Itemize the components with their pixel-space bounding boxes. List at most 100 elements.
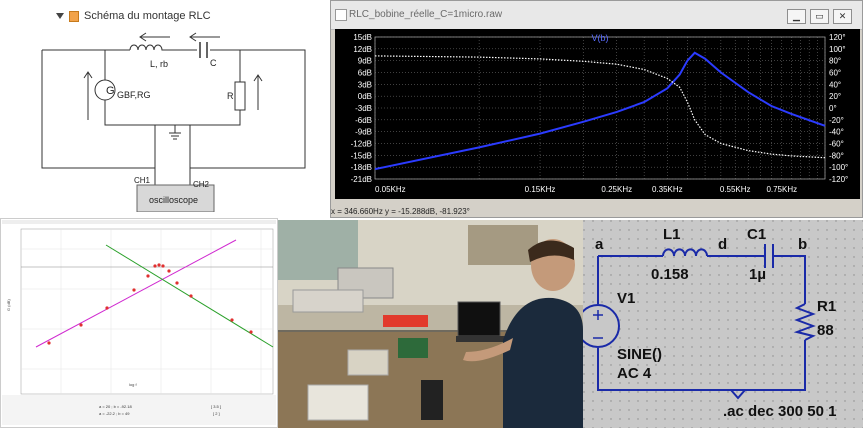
x-axis-label: log f xyxy=(129,382,137,387)
capacitor-label: C xyxy=(210,58,217,68)
waveform-file-icon xyxy=(335,9,347,21)
y-left-tick-label: -15dB xyxy=(351,151,372,160)
window-title: RLC_bobine_réelle_C=1micro.raw xyxy=(349,9,503,20)
fit-results-table xyxy=(2,395,276,425)
laptop-screen xyxy=(457,301,501,337)
data-point xyxy=(175,281,179,285)
fit2-bracket: [ 2 ] xyxy=(213,411,220,416)
y-right-tick-label: -100° xyxy=(829,163,848,172)
data-point xyxy=(249,330,253,334)
restore-button[interactable]: ▭ xyxy=(810,9,829,24)
source-ac-value[interactable]: AC 4 xyxy=(617,365,651,382)
y-right-tick-label: 60° xyxy=(829,69,841,78)
component-box xyxy=(307,384,369,421)
data-point xyxy=(157,263,161,267)
ground-symbol xyxy=(169,125,181,140)
data-point xyxy=(47,341,51,345)
regression-graph-panel: log f G (dB) a = 20 ; b = -92.18 a = -22… xyxy=(0,218,278,428)
graph-toolbar xyxy=(2,220,276,224)
x-tick-label: 0.75KHz xyxy=(766,185,797,194)
x-tick-label: 0.25KHz xyxy=(601,185,632,194)
shelf-books xyxy=(468,225,538,265)
y-right-tick-label: -40° xyxy=(829,128,844,137)
ch2-label: CH2 xyxy=(193,180,210,189)
inductor-label: L, rb xyxy=(150,59,168,69)
student-shirt xyxy=(503,297,583,428)
y-right-tick-label: 20° xyxy=(829,92,841,101)
data-point xyxy=(153,264,157,268)
y-right-tick-label: 120° xyxy=(829,33,846,42)
y-right-tick-label: 0° xyxy=(829,104,837,113)
resistor-voltage-arrow xyxy=(253,74,263,110)
data-point xyxy=(79,323,83,327)
outer-wire-left xyxy=(41,50,155,169)
resistor-label: R xyxy=(227,91,234,101)
fit2-text: a = -22.2 ; b = 49 xyxy=(99,411,130,416)
classroom-photo xyxy=(278,220,583,428)
minimize-button[interactable]: ▁ xyxy=(787,9,806,24)
capacitor-voltage-arrow xyxy=(189,32,220,42)
spice-directive[interactable]: .ac dec 300 50 1 xyxy=(723,403,836,420)
source-function[interactable]: SINE() xyxy=(617,346,662,363)
capacitor-name[interactable]: C1 xyxy=(747,226,766,243)
outer-wire-right xyxy=(190,49,306,169)
probe-wires xyxy=(154,125,191,185)
capacitor-value[interactable]: 1µ xyxy=(749,266,766,283)
gen-voltage-arrow xyxy=(83,71,93,120)
resistor-box xyxy=(234,81,246,111)
source-name[interactable]: V1 xyxy=(617,290,635,307)
inductor-voltage-arrow xyxy=(139,32,170,42)
inductor-value[interactable]: 0.158 xyxy=(651,266,689,283)
y-right-tick-label: -120° xyxy=(829,175,848,184)
regression-plot: log f G (dB) a = 20 ; b = -92.18 a = -22… xyxy=(2,220,276,425)
data-point xyxy=(105,306,109,310)
y-left-tick-label: -3dB xyxy=(355,104,372,113)
breadboard xyxy=(398,338,428,358)
inner-bottom-wire xyxy=(104,100,241,126)
laptop-base xyxy=(456,336,506,342)
equipment-left xyxy=(292,289,364,313)
x-tick-label: 0.35KHz xyxy=(652,185,683,194)
calculator xyxy=(421,380,443,420)
voltage-source-symbol xyxy=(583,304,620,348)
ch1-label: CH1 xyxy=(134,176,151,185)
y-right-tick-label: 40° xyxy=(829,80,841,89)
data-point xyxy=(161,264,165,268)
close-button[interactable]: ✕ xyxy=(833,9,852,24)
inductor-name[interactable]: L1 xyxy=(663,226,681,243)
y-left-tick-label: -12dB xyxy=(351,140,372,149)
fit1-bracket: [ 3.5 ] xyxy=(211,404,221,409)
y-right-tick-label: 80° xyxy=(829,57,841,66)
schematic-drawing: G GBF,RG L, rb C R CH1 CH2 oscilloscope xyxy=(41,32,306,212)
y-right-tick-label: 100° xyxy=(829,45,846,54)
cursor-readout: x = 346.660Hz y = -15.288dB, -81.923° xyxy=(331,207,470,216)
oscilloscope-label: oscilloscope xyxy=(149,195,198,205)
y-left-tick-label: 6dB xyxy=(358,69,372,78)
ltspice-schematic-panel: a d b L1 0.158 C1 1µ R1 88 V1 SINE() AC … xyxy=(583,220,863,428)
data-point xyxy=(167,269,171,273)
bode-plot[interactable]: 15dB 120° 12dB 100° 9dB 80° 6dB 60° 3dB 40° 0dB 20°… xyxy=(335,29,860,199)
y-right-tick-label: -20° xyxy=(829,116,844,125)
y-left-tick-label: 3dB xyxy=(358,80,372,89)
y-right-tick-label: -80° xyxy=(829,151,844,160)
generator-label: GBF,RG xyxy=(117,90,151,100)
data-point xyxy=(146,274,150,278)
y-left-tick-label: 12dB xyxy=(353,45,372,54)
classroom-photo-drawing xyxy=(278,220,583,428)
x-tick-label: 0.55KHz xyxy=(720,185,751,194)
y-left-tick-label: 15dB xyxy=(353,33,372,42)
window-titlebar[interactable]: RLC_bobine_réelle_C=1micro.raw ▁ ▭ ✕ xyxy=(331,1,862,30)
fit1-text: a = 20 ; b = -92.18 xyxy=(99,404,132,409)
y-left-tick-label: -21dB xyxy=(351,175,372,184)
paper-sheet xyxy=(347,349,389,376)
trace-name-label: V(b) xyxy=(591,33,608,43)
x-tick-label: 0.05KHz xyxy=(375,185,406,194)
resistor-name[interactable]: R1 xyxy=(817,298,836,315)
node-a-label: a xyxy=(595,236,604,253)
generator-symbol: G xyxy=(106,85,115,97)
bode-plot-area[interactable]: 15dB 120° 12dB 100° 9dB 80° 6dB 60° 3dB 40° 0dB 20°… xyxy=(335,29,860,199)
waveform-window[interactable]: RLC_bobine_réelle_C=1micro.raw ▁ ▭ ✕ 15d… xyxy=(330,0,863,218)
y-left-tick-label: -6dB xyxy=(355,116,372,125)
resistor-value[interactable]: 88 xyxy=(817,322,834,339)
node-b-label: b xyxy=(798,236,808,253)
